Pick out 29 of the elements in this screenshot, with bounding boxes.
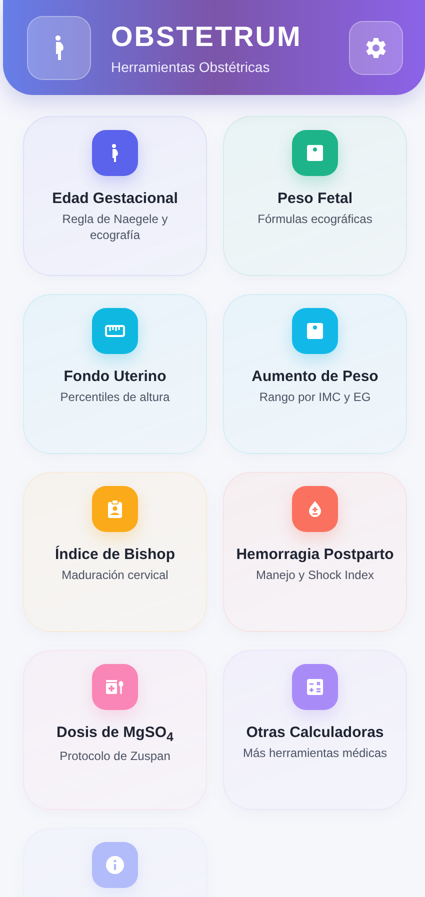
card-subtitle: Percentiles de altura bbox=[59, 390, 171, 406]
pregnant-woman-icon[interactable] bbox=[27, 16, 91, 80]
app-title: OBSTETRUM bbox=[111, 20, 302, 52]
card-title: Otras Calculadoras bbox=[245, 724, 385, 741]
tool-card[interactable]: Fondo Uterino Percentiles de altura bbox=[23, 294, 207, 454]
app-subtitle: Herramientas Obstétricas bbox=[111, 58, 271, 74]
tool-card[interactable]: Índice de Bishop Maduración cervical bbox=[23, 472, 207, 632]
tool-card[interactable]: Peso Fetal Fórmulas ecográficas bbox=[223, 116, 407, 276]
card-title: Índice de Bishop bbox=[54, 546, 176, 563]
card-subtitle: Rango por IMC y EG bbox=[258, 390, 372, 406]
card-title: Edad Gestacional bbox=[51, 190, 179, 207]
card-title: Hemorragia Postparto bbox=[235, 546, 395, 563]
card-subtitle: Protocolo de Zuspan bbox=[58, 749, 172, 765]
card-subtitle: Regla de Naegele y ecografía bbox=[61, 212, 169, 244]
card-title: Peso Fetal bbox=[276, 190, 354, 207]
card-title: Fondo Uterino bbox=[62, 368, 168, 385]
card-subtitle: Maduración cervical bbox=[60, 568, 170, 584]
settings-button[interactable] bbox=[349, 20, 403, 74]
tool-card[interactable]: Otras Calculadoras Más herramientas médicas bbox=[223, 650, 407, 810]
tool-card[interactable]: Edad Gestacional Regla de Naegele y ecografía bbox=[23, 116, 207, 276]
card-subtitle: Más herramientas médicas bbox=[242, 746, 388, 762]
card-title: Aumento de Peso bbox=[250, 368, 380, 385]
tool-card[interactable]: Aumento de Peso Rango por IMC y EG bbox=[223, 294, 407, 454]
tool-card[interactable]: Hemorragia Postparto Manejo y Shock Index bbox=[223, 472, 407, 632]
card-title: Dosis de MgSO$_{4}$ bbox=[56, 724, 174, 744]
card-subtitle: Manejo y Shock Index bbox=[254, 568, 376, 584]
tool-card[interactable]: Dosis de MgSO$_{4}$ Protocolo de Zuspan bbox=[23, 650, 207, 810]
card-subtitle: Fórmulas ecográficas bbox=[256, 212, 374, 228]
settings-icon bbox=[364, 36, 388, 60]
